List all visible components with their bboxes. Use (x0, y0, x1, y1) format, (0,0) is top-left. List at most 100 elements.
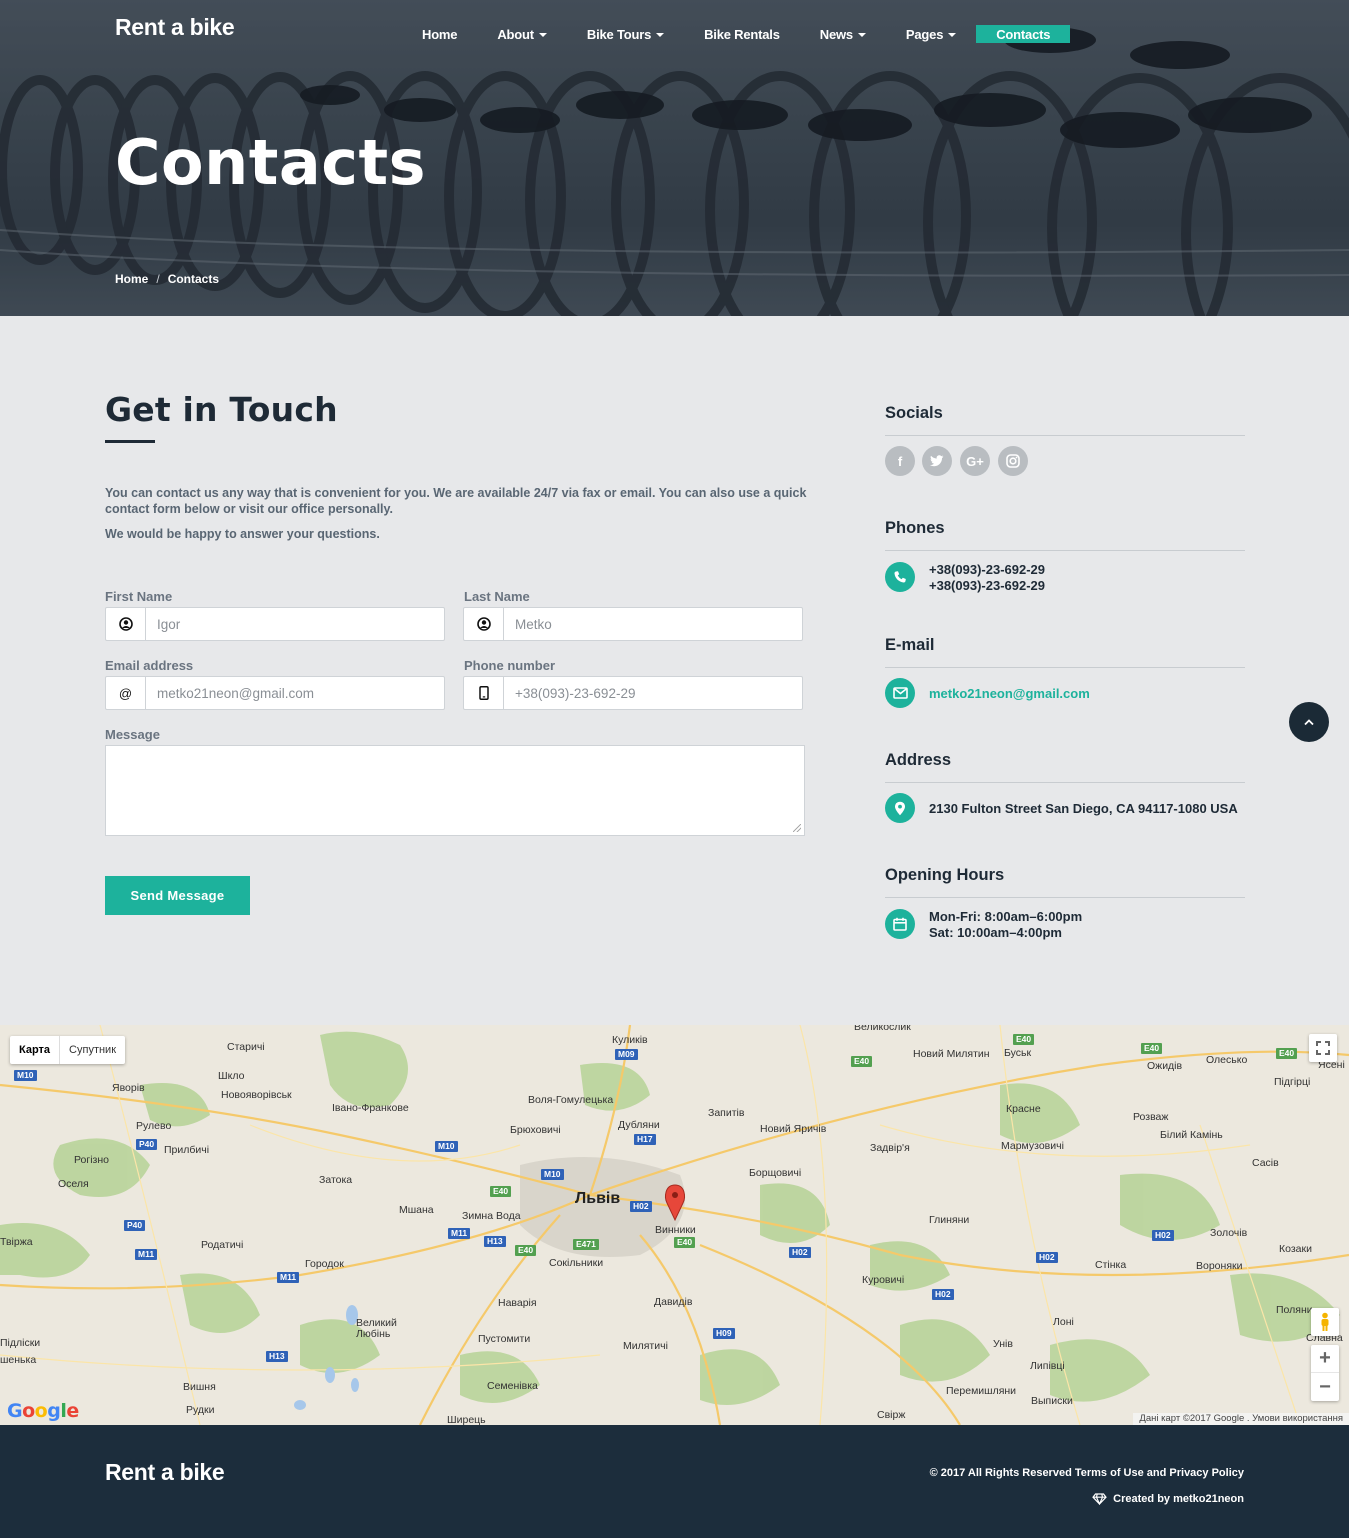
send-message-button[interactable]: Send Message (105, 876, 250, 915)
envelope-icon (885, 678, 915, 708)
map-label: Підгірці (1274, 1076, 1311, 1088)
street-view-pegman[interactable] (1311, 1308, 1339, 1336)
message-label: Message (105, 727, 160, 742)
nav-about[interactable]: About (477, 25, 567, 43)
map-pin-icon (885, 793, 915, 823)
page-title: Contacts (115, 126, 427, 199)
map-label: Наварія (498, 1297, 537, 1309)
map-label: Білий Камінь (1160, 1129, 1223, 1141)
intro-text: You can contact us any way that is conve… (105, 486, 807, 516)
map-label: Новий Яричів (760, 1123, 827, 1135)
user-icon (464, 608, 504, 640)
map-label: Пустомити (478, 1333, 531, 1345)
map-label: Ожидів (1147, 1060, 1183, 1072)
map-label: Запитів (708, 1107, 745, 1119)
map-label: Великослик (854, 1025, 911, 1033)
map-label: Винники (655, 1224, 696, 1236)
road-shield: M10 (435, 1141, 458, 1152)
map-label: Вороняки (1196, 1260, 1243, 1272)
last-name-input[interactable] (504, 608, 802, 640)
email-input[interactable] (146, 677, 444, 709)
title-underline (105, 440, 155, 443)
google-plus-icon[interactable]: G+ (960, 446, 990, 476)
mobile-phone-icon (464, 677, 504, 709)
map-label: Глиняни (929, 1214, 970, 1226)
phone-number[interactable]: +38(093)-23-692-29 (929, 562, 1045, 578)
map-attribution[interactable]: Дані карт ©2017 Google . Умови використа… (1133, 1413, 1349, 1425)
zoom-control: + − (1311, 1345, 1339, 1401)
first-name-input[interactable] (146, 608, 444, 640)
email-link[interactable]: metko21neon@gmail.com (929, 686, 1090, 702)
road-shield: E40 (1141, 1043, 1163, 1054)
map-label: Липівці (1030, 1360, 1065, 1372)
email-heading: E-mail (885, 636, 935, 654)
brand-logo[interactable]: Rent a bike (115, 14, 235, 41)
nav-bike-rentals[interactable]: Bike Rentals (684, 25, 800, 43)
map-label: Прилбичі (164, 1144, 210, 1156)
map-label: Задвір'я (870, 1142, 910, 1154)
map-label: Олесько (1206, 1054, 1248, 1066)
road-shield: M11 (277, 1272, 300, 1283)
map-label: Дубляни (618, 1119, 660, 1131)
breadcrumb-home[interactable]: Home (115, 272, 148, 286)
last-name-field (463, 607, 803, 641)
map-type-satellite-button[interactable]: Супутник (60, 1036, 125, 1064)
map-label: Твіржа (0, 1236, 33, 1248)
map-label: Борщовичі (749, 1167, 802, 1179)
twitter-icon[interactable] (922, 446, 952, 476)
phone-label: Phone number (464, 658, 556, 673)
road-shield: H02 (630, 1201, 652, 1212)
map-label: Буськ (1004, 1047, 1032, 1059)
google-logo[interactable]: Google (7, 1400, 79, 1422)
fullscreen-icon (1316, 1041, 1330, 1055)
facebook-icon[interactable]: f (885, 446, 915, 476)
intro-text-secondary: We would be happy to answer your questio… (105, 527, 380, 541)
user-icon (106, 608, 146, 640)
divider (885, 782, 1245, 783)
map-type-control: Карта Супутник (10, 1036, 126, 1064)
divider (885, 435, 1245, 436)
instagram-icon[interactable] (998, 446, 1028, 476)
footer-created-by[interactable]: Created by metko21neon (1113, 1493, 1244, 1505)
diamond-icon (1092, 1493, 1107, 1505)
caret-down-icon (538, 33, 547, 37)
first-name-field (105, 607, 445, 641)
divider (885, 550, 1245, 551)
nav-contacts[interactable]: Contacts (976, 25, 1071, 43)
road-shield: E40 (1276, 1048, 1298, 1059)
map-label: Івано-Франкове (332, 1102, 409, 1114)
map-label: Рулево (136, 1120, 172, 1132)
road-shield: E40 (515, 1245, 537, 1256)
map-type-map-button[interactable]: Карта (10, 1036, 61, 1064)
map-label: Старичі (227, 1041, 265, 1053)
zoom-out-button[interactable]: − (1311, 1373, 1339, 1401)
nav-pages[interactable]: Pages (886, 25, 976, 43)
resize-handle-icon[interactable] (793, 824, 801, 832)
address-heading: Address (885, 751, 952, 769)
phone-input[interactable] (504, 677, 802, 709)
map-label: Воля-Гомулецька (528, 1094, 614, 1106)
phones-heading: Phones (885, 519, 945, 537)
map-label: Затока (319, 1174, 353, 1186)
message-textarea[interactable] (105, 745, 805, 836)
nav-news[interactable]: News (800, 25, 886, 43)
scroll-to-top-button[interactable] (1289, 702, 1329, 742)
map-label: Новий Милятин (913, 1048, 990, 1060)
road-shield: M10 (541, 1169, 564, 1180)
footer-brand-logo[interactable]: Rent a bike (105, 1459, 225, 1486)
map-label: Яворів (112, 1082, 145, 1094)
map-label: шенька (0, 1354, 37, 1366)
socials-heading: Socials (885, 404, 943, 422)
google-map[interactable]: Львів Винники Старичі Куликів Новий Миля… (0, 1025, 1349, 1425)
first-name-label: First Name (105, 589, 173, 604)
hours-weekday: Mon-Fri: 8:00am–6:00pm (929, 909, 1083, 924)
main-nav: Home About Bike Tours Bike Rentals News … (402, 25, 1071, 43)
nav-home[interactable]: Home (402, 25, 477, 43)
zoom-in-button[interactable]: + (1311, 1345, 1339, 1373)
footer-copyright: © 2017 All Rights Reserved Terms of Use … (929, 1467, 1244, 1479)
road-shield: M11 (135, 1249, 158, 1260)
fullscreen-button[interactable] (1309, 1034, 1337, 1062)
map-label: Семенівка (487, 1380, 538, 1392)
nav-bike-tours[interactable]: Bike Tours (567, 25, 684, 43)
phone-number[interactable]: +38(093)-23-692-29 (929, 578, 1045, 594)
